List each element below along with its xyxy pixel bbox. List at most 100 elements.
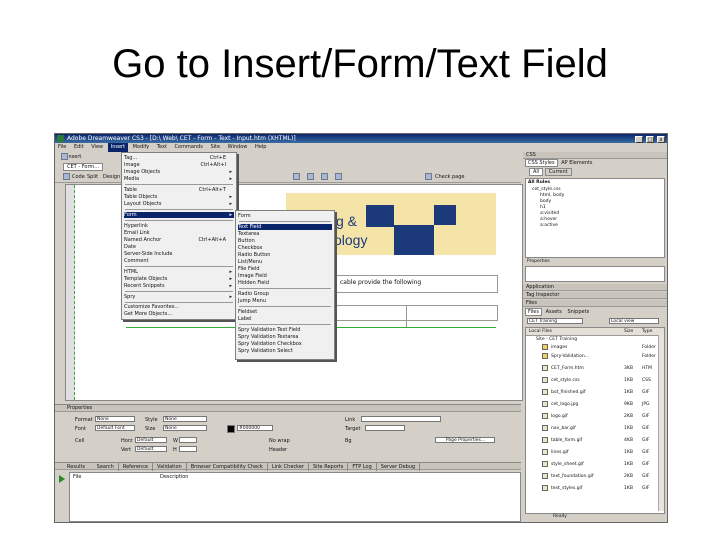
col-file[interactable]: File	[73, 474, 81, 480]
css-rule[interactable]: body	[540, 199, 551, 204]
insert-menu-item[interactable]: Email Link	[124, 230, 234, 236]
css-rule[interactable]: html, body	[540, 193, 564, 198]
col-description[interactable]: Description	[160, 474, 188, 480]
file-row[interactable]: lines.gif 1KB GIF	[526, 448, 667, 457]
css-rule[interactable]: a:visited	[540, 211, 559, 216]
insert-menu-item[interactable]: Media ▸	[124, 176, 234, 182]
height-input[interactable]	[179, 446, 197, 452]
code-view-button[interactable]: Code	[72, 174, 85, 180]
form-menu-item[interactable]: Fieldset	[238, 309, 332, 315]
globe-icon[interactable]	[293, 173, 300, 180]
site-select[interactable]: CET Training	[527, 318, 583, 324]
col-type[interactable]: Type	[642, 328, 652, 335]
file-row[interactable]: cet_logo.jpg 9KB JPG	[526, 400, 667, 409]
menu-window[interactable]: Window	[225, 143, 251, 152]
insert-menu-item[interactable]: Table Objects ▸	[124, 194, 234, 200]
form-menu-item[interactable]: Image Field	[238, 273, 332, 279]
file-row[interactable]: images Folder	[526, 343, 667, 352]
insert-menu-item[interactable]: Image Ctrl+Alt+I	[124, 162, 234, 168]
form-menu-item[interactable]: Label	[238, 316, 332, 322]
code-view-icon[interactable]	[63, 173, 70, 180]
insert-menu-item[interactable]: Hyperlink	[124, 223, 234, 229]
insert-menu-item[interactable]: HTML ▸	[124, 269, 234, 275]
tab-snippets[interactable]: Snippets	[565, 309, 591, 315]
minimize-button[interactable]: _	[635, 136, 644, 143]
menu-view[interactable]: View	[88, 143, 106, 152]
menu-edit[interactable]: Edit	[71, 143, 87, 152]
form-menu-item-text-field[interactable]: Text Field	[238, 224, 332, 230]
css-rule[interactable]: h1	[540, 205, 546, 210]
insert-menu-item[interactable]: Date	[124, 244, 234, 250]
css-rule[interactable]: cet_style.css	[532, 187, 561, 192]
visual-aids-icon[interactable]	[335, 173, 342, 180]
tab-css-styles[interactable]: CSS Styles	[525, 159, 558, 167]
view-options-icon[interactable]	[321, 173, 328, 180]
tab-assets[interactable]: Assets	[544, 309, 564, 315]
file-row[interactable]: cet_style.css 1KB CSS	[526, 376, 667, 385]
css-panel-header[interactable]: CSS	[523, 152, 667, 159]
vert-select[interactable]: Default	[135, 446, 167, 452]
results-tab[interactable]: FTP Log	[348, 463, 377, 471]
insert-menu-item[interactable]: Tag... Ctrl+E	[124, 155, 234, 161]
tab-files[interactable]: Files	[525, 308, 542, 316]
insert-menu-item[interactable]: Spry ▸	[124, 294, 234, 300]
results-title[interactable]: Results	[55, 464, 91, 470]
insert-bar-label[interactable]: Insert	[67, 154, 81, 160]
form-menu-item[interactable]: Jump Menu	[238, 298, 332, 304]
horz-select[interactable]: Default	[135, 437, 167, 443]
refresh-icon[interactable]	[307, 173, 314, 180]
files-panel-header[interactable]: Files	[523, 300, 667, 307]
files-scrollbar[interactable]	[658, 335, 664, 511]
form-row[interactable]	[334, 305, 498, 321]
form-menu-item[interactable]: Radio Button	[238, 252, 332, 258]
results-tab[interactable]: Link Checker	[268, 463, 309, 471]
form-menu-item[interactable]: Spry Validation Text Field	[238, 327, 332, 333]
menu-commands[interactable]: Commands	[172, 143, 206, 152]
form-menu-item[interactable]: Spry Validation Textarea	[238, 334, 332, 340]
file-row[interactable]: nav_bar.gif 1KB GIF	[526, 424, 667, 433]
target-select[interactable]	[365, 425, 405, 431]
file-row[interactable]: Spry-Validation... Folder	[526, 352, 667, 361]
insert-menu-item[interactable]: Customize Favorites...	[124, 304, 234, 310]
file-row[interactable]: CET_Form.htm 3KB HTM	[526, 364, 667, 373]
file-row[interactable]: table_form.gif 4KB GIF	[526, 436, 667, 445]
check-page-button[interactable]: Check page	[435, 174, 464, 180]
insert-menu-item[interactable]: Get More Objects...	[124, 311, 234, 317]
format-select[interactable]: None	[95, 416, 135, 422]
maximize-button[interactable]: □	[646, 136, 655, 143]
site-root[interactable]: Site - CET Training	[536, 337, 577, 342]
insert-menu-item-form[interactable]: Form ▸	[124, 212, 234, 218]
document-tab[interactable]: CET - Form...	[63, 163, 104, 171]
width-input[interactable]	[179, 437, 197, 443]
file-row[interactable]: logo.gif 2KB GIF	[526, 412, 667, 421]
css-rule[interactable]: a:hover	[540, 217, 557, 222]
text-color-input[interactable]: #000000	[237, 425, 273, 431]
menu-modify[interactable]: Modify	[130, 143, 153, 152]
insert-menu-item[interactable]: Comment	[124, 258, 234, 264]
css-rule[interactable]: a:active	[540, 223, 558, 228]
insert-menu-item[interactable]: Image Objects ▸	[124, 169, 234, 175]
insert-menu-item[interactable]: Recent Snippets ▸	[124, 283, 234, 289]
results-tab[interactable]: Browser Compatibility Check	[187, 463, 268, 471]
tag-inspector-panel[interactable]: Tag Inspector	[523, 292, 667, 299]
form-menu-item[interactable]: List/Menu	[238, 259, 332, 265]
results-tab[interactable]: Validation	[153, 463, 187, 471]
link-input[interactable]	[361, 416, 441, 422]
close-button[interactable]: x	[657, 136, 665, 143]
menu-insert[interactable]: Insert	[107, 143, 129, 152]
form-menu-item[interactable]: Spry Validation Select	[238, 348, 332, 354]
form-menu-item[interactable]: Checkbox	[238, 245, 332, 251]
results-tab[interactable]: Reference	[119, 463, 154, 471]
results-tab[interactable]: Server Debug	[377, 463, 421, 471]
size-select[interactable]: None	[163, 425, 207, 431]
page-properties-button[interactable]: Page Properties...	[435, 437, 495, 443]
font-select[interactable]: Default Font	[95, 425, 135, 431]
form-menu-item[interactable]: Hidden Field	[238, 280, 332, 286]
text-color-swatch[interactable]	[227, 425, 235, 433]
insert-menu-item[interactable]: Template Objects ▸	[124, 276, 234, 282]
menu-text[interactable]: Text	[154, 143, 170, 152]
col-local-files[interactable]: Local Files	[529, 328, 552, 335]
col-size[interactable]: Size	[624, 328, 633, 335]
menu-file[interactable]: File	[55, 143, 69, 152]
results-tab[interactable]: Site Reports	[309, 463, 349, 471]
